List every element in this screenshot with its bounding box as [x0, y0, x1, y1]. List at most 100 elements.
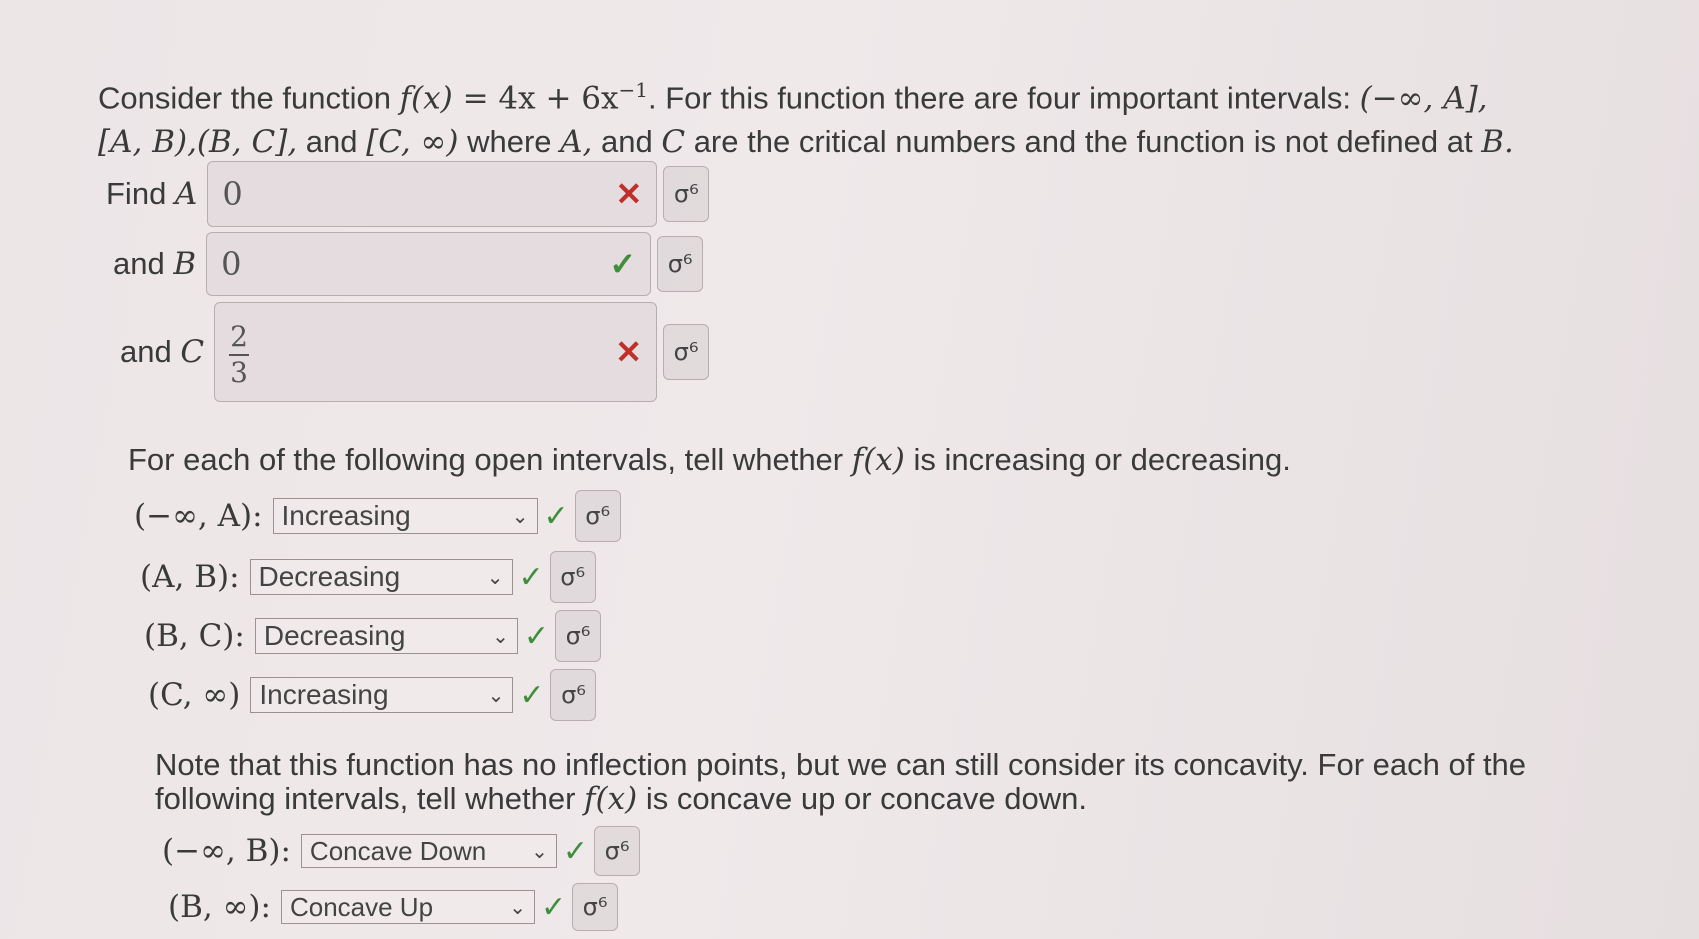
intro-text: Consider the function — [98, 80, 400, 116]
interval-row: (C, ∞) Increasing ⌄ ✓ σ⁶ — [148, 669, 597, 721]
chevron-down-icon: ⌄ — [487, 684, 505, 707]
var-a: A, — [560, 124, 593, 161]
concavity-select[interactable]: Concave Down ⌄ — [300, 834, 557, 868]
intro-and-2: and — [592, 124, 662, 160]
correct-icon: ✓ — [562, 834, 589, 868]
find-c-label: and C — [120, 334, 204, 370]
interval-label: (A, B): — [140, 559, 240, 595]
answer-b-input[interactable]: 0 ✓ — [206, 232, 652, 296]
intro-text-2: . For this function there are four impor… — [648, 80, 1360, 116]
chevron-down-icon: ⌄ — [492, 625, 509, 648]
key-icon: σ⁶ — [673, 338, 699, 366]
function-exponent: −1 — [618, 78, 648, 102]
concavity-prompt-line-1: Note that this function has no inflectio… — [155, 747, 1527, 782]
problem-line-2: [A, B),(B, C], and [C, ∞) where A, and C… — [98, 120, 1658, 164]
interval-label: (B, ∞): — [168, 889, 271, 925]
concavity-prompt-text-2: is concave up or concave down. — [637, 781, 1087, 816]
concavity-row: (−∞, B): Concave Down ⌄ ✓ σ⁶ — [162, 826, 641, 876]
answer-a-input[interactable]: 0 ✕ — [207, 161, 658, 227]
concavity-prompt: Note that this function has no inflectio… — [155, 747, 1527, 817]
increasing-select[interactable]: Decreasing ⌄ — [254, 618, 518, 654]
key-icon: σ⁶ — [585, 502, 611, 530]
concavity-prompt-fx: f(x) — [584, 781, 638, 817]
chevron-down-icon: ⌄ — [511, 505, 529, 528]
increasing-select[interactable]: Decreasing ⌄ — [249, 559, 513, 595]
find-b-label-var: B — [173, 246, 197, 282]
answer-c-input[interactable]: 2 3 ✕ — [214, 302, 658, 402]
interval-1: (−∞, A], — [1359, 80, 1488, 117]
interval-label: (−∞, B): — [162, 833, 291, 869]
interval-label: (C, ∞) — [148, 677, 241, 713]
correct-icon: ✓ — [540, 890, 567, 924]
select-value: Increasing — [281, 500, 411, 531]
concavity-prompt-line-2: following intervals, tell whether f(x) i… — [155, 781, 1526, 817]
find-c-row: and C 2 3 ✕ σ⁶ — [120, 302, 710, 402]
chevron-down-icon: ⌄ — [486, 566, 504, 589]
increasing-prompt-fx: f(x) — [851, 442, 905, 478]
formula-key-button[interactable]: σ⁶ — [550, 669, 597, 721]
select-value: Increasing — [259, 679, 389, 710]
fraction: 2 3 — [229, 320, 250, 389]
fraction-denominator: 3 — [230, 356, 248, 389]
formula-key-button[interactable]: σ⁶ — [554, 610, 601, 662]
intro-and: and — [297, 124, 367, 160]
interval-row: (A, B): Decreasing ⌄ ✓ σ⁶ — [140, 551, 596, 603]
correct-icon: ✓ — [523, 619, 549, 653]
select-value: Decreasing — [258, 561, 401, 592]
find-b-row: and B 0 ✓ σ⁶ — [113, 232, 704, 296]
formula-key-button[interactable]: σ⁶ — [657, 236, 704, 292]
key-icon: σ⁶ — [561, 681, 586, 709]
formula-key-button[interactable]: σ⁶ — [549, 551, 596, 603]
chevron-down-icon: ⌄ — [509, 896, 526, 919]
select-value: Concave Up — [289, 891, 434, 922]
correct-icon: ✓ — [518, 560, 544, 594]
concavity-prompt-text: following intervals, tell whether — [155, 781, 585, 816]
formula-key-button[interactable]: σ⁶ — [574, 490, 621, 542]
interval-row: (−∞, A): Increasing ⌄ ✓ σ⁶ — [134, 490, 621, 542]
interval-row: (B, C): Decreasing ⌄ ✓ σ⁶ — [144, 610, 601, 662]
formula-key-button[interactable]: σ⁶ — [594, 826, 641, 876]
select-value: Concave Down — [309, 835, 487, 866]
correct-icon: ✓ — [543, 499, 569, 533]
answer-a-value: 0 — [222, 175, 243, 213]
concavity-select[interactable]: Concave Up ⌄ — [280, 890, 535, 924]
interval-4: [C, ∞) — [366, 124, 459, 161]
intro-where: where — [458, 124, 561, 160]
increasing-select[interactable]: Increasing ⌄ — [272, 498, 538, 534]
formula-key-button[interactable]: σ⁶ — [663, 324, 710, 380]
fraction-numerator: 2 — [230, 320, 248, 353]
concavity-row: (B, ∞): Concave Up ⌄ ✓ σ⁶ — [168, 883, 619, 931]
find-a-label-text: Find — [106, 176, 175, 211]
increasing-prompt-text-2: is increasing or decreasing. — [904, 442, 1291, 477]
key-icon: σ⁶ — [582, 893, 608, 921]
key-icon: σ⁶ — [604, 837, 630, 865]
key-icon: σ⁶ — [667, 250, 693, 278]
answer-b-value: 0 — [221, 245, 242, 283]
intro-critical: are the critical numbers and the functio… — [685, 124, 1482, 160]
find-b-label: and B — [113, 246, 196, 282]
incorrect-icon: ✕ — [615, 333, 643, 371]
intervals-2-3: [A, B),(B, C], — [98, 124, 298, 161]
incorrect-icon: ✕ — [615, 175, 643, 213]
find-a-label: Find A — [106, 176, 197, 212]
answer-c-value: 2 3 — [229, 316, 615, 388]
increasing-select[interactable]: Increasing ⌄ — [250, 677, 514, 713]
select-value: Decreasing — [263, 620, 406, 651]
formula-key-button[interactable]: σ⁶ — [572, 883, 619, 931]
function-expression: = 4x + 6x — [452, 80, 619, 117]
key-icon: σ⁶ — [565, 622, 591, 650]
var-c: C — [661, 124, 686, 161]
find-c-label-text: and — [120, 334, 181, 369]
increasing-prompt-text: For each of the following open intervals… — [128, 442, 852, 477]
problem-line-1: Consider the function f(x) = 4x + 6x−1. … — [98, 68, 1658, 120]
interval-label: (−∞, A): — [134, 498, 263, 534]
correct-icon: ✓ — [609, 245, 637, 283]
correct-icon: ✓ — [519, 678, 545, 712]
formula-key-button[interactable]: σ⁶ — [663, 166, 710, 222]
interval-label: (B, C): — [144, 618, 245, 654]
find-c-label-var: C — [180, 334, 205, 370]
problem-statement: Consider the function f(x) = 4x + 6x−1. … — [98, 68, 1658, 164]
find-a-row: Find A 0 ✕ σ⁶ — [106, 161, 710, 227]
function-name: f(x) — [399, 80, 453, 117]
key-icon: σ⁶ — [560, 563, 586, 591]
